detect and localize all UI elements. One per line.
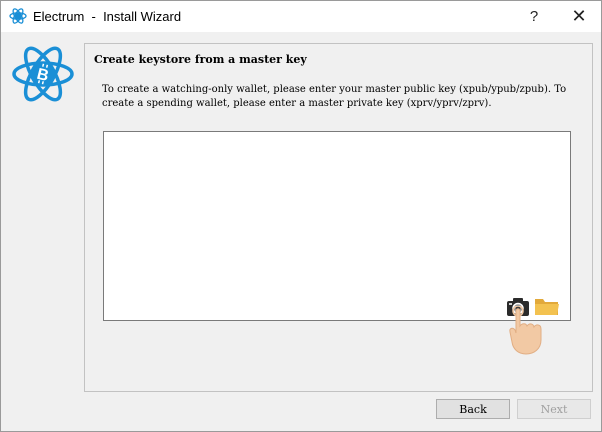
next-button[interactable]: Next: [517, 399, 591, 419]
page-title: Create keystore from a master key: [94, 53, 307, 66]
install-wizard-window: Electrum - Install Wizard ? ✕ B Create k…: [0, 0, 602, 432]
master-key-input[interactable]: [103, 131, 571, 321]
instructions-text: To create a watching-only wallet, please…: [102, 84, 567, 109]
electrum-logo: B: [12, 46, 74, 102]
back-button[interactable]: Back: [436, 399, 510, 419]
window-title: Electrum - Install Wizard: [33, 9, 182, 24]
hand-pointer-icon: [509, 306, 542, 355]
title-bar[interactable]: Electrum - Install Wizard ? ✕: [1, 1, 601, 32]
close-button[interactable]: ✕: [556, 1, 602, 32]
electrum-icon: [9, 8, 27, 24]
help-button[interactable]: ?: [511, 1, 557, 32]
